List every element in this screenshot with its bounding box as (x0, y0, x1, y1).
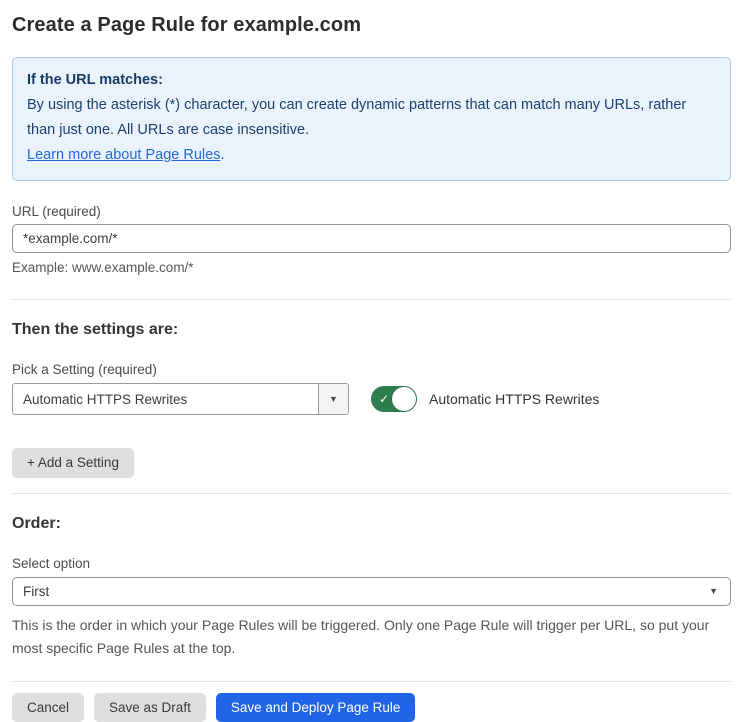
divider (12, 493, 731, 494)
url-helper-text: Example: www.example.com/* (12, 260, 731, 275)
url-matches-info-box: If the URL matches: By using the asteris… (12, 57, 731, 181)
page-title: Create a Page Rule for example.com (12, 14, 731, 37)
order-select-value: First (23, 584, 49, 599)
footer-actions: Cancel Save as Draft Save and Deploy Pag… (12, 693, 731, 722)
setting-toggle-wrap: ✓ Automatic HTTPS Rewrites (371, 386, 599, 412)
add-setting-button[interactable]: + Add a Setting (12, 448, 134, 478)
pick-setting-label: Pick a Setting (required) (12, 362, 731, 377)
toggle-knob (392, 387, 416, 411)
save-and-deploy-button[interactable]: Save and Deploy Page Rule (216, 693, 416, 722)
order-heading: Order: (12, 515, 731, 533)
setting-dropdown[interactable]: Automatic HTTPS Rewrites ▼ (12, 383, 349, 415)
divider (12, 299, 731, 300)
info-box-heading: If the URL matches: (27, 68, 716, 93)
learn-more-link[interactable]: Learn more about Page Rules (27, 147, 220, 163)
check-icon: ✓ (379, 393, 389, 405)
save-as-draft-button[interactable]: Save as Draft (94, 693, 206, 722)
info-box-body: By using the asterisk (*) character, you… (27, 93, 716, 143)
order-select[interactable]: First ▼ (12, 577, 731, 606)
link-suffix: . (220, 147, 224, 163)
settings-heading: Then the settings are: (12, 321, 731, 339)
url-input[interactable] (12, 224, 731, 253)
chevron-down-icon: ▼ (709, 586, 718, 596)
setting-dropdown-value: Automatic HTTPS Rewrites (13, 384, 318, 414)
info-box-link-row: Learn more about Page Rules. (27, 143, 716, 168)
divider (12, 681, 731, 682)
chevron-down-icon: ▼ (329, 394, 338, 404)
setting-controls-row: Automatic HTTPS Rewrites ▼ ✓ Automatic H… (12, 383, 731, 415)
cancel-button[interactable]: Cancel (12, 693, 84, 722)
automatic-https-rewrites-toggle[interactable]: ✓ (371, 386, 417, 412)
order-helper-text: This is the order in which your Page Rul… (12, 614, 731, 660)
create-page-rule-form: Create a Page Rule for example.com If th… (0, 0, 743, 722)
setting-dropdown-arrow-button[interactable]: ▼ (318, 384, 348, 414)
toggle-label: Automatic HTTPS Rewrites (429, 391, 599, 407)
select-option-label: Select option (12, 556, 731, 571)
url-label: URL (required) (12, 204, 731, 219)
